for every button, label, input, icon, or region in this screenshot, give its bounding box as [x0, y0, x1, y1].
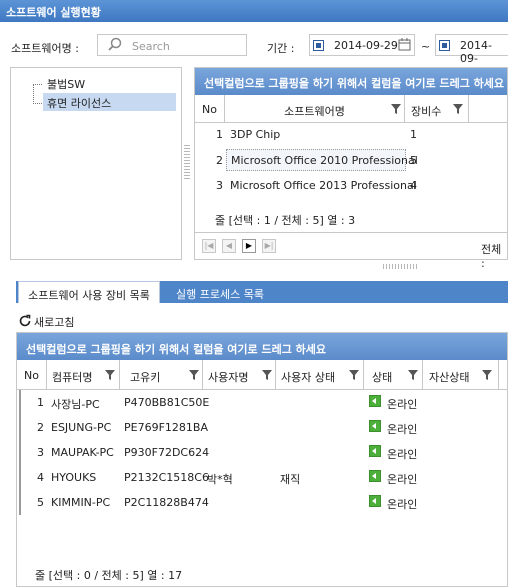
column-header-no[interactable]: No — [17, 360, 47, 390]
grid-pager: |◀ ◀ ▶ ▶| 전체 : — [194, 232, 508, 270]
cell-computer-name: KIMMIN-PC — [51, 496, 111, 509]
cell-device-count: 5 — [410, 154, 417, 167]
tree-item-illegal-sw[interactable]: 불법SW — [43, 74, 89, 92]
cell-unique-key: P470BB81C50E — [124, 396, 210, 409]
table-row[interactable]: 3 Microsoft Office 2013 Professional 4 — [195, 173, 507, 198]
column-header-software-name[interactable]: 소프트웨어명 — [225, 95, 405, 123]
cell-computer-name: 사장님-PC — [51, 398, 100, 411]
filter-icon[interactable] — [453, 104, 463, 114]
filter-icon[interactable] — [349, 370, 359, 380]
grid-header: No 컴퓨터명 고유키 사용자명 사용자 상태 상태 자산상태 — [17, 360, 507, 390]
grid-status-footer: 줄 [선택 : 0 / 전체 : 5] 열 : 17 — [35, 569, 183, 582]
cell-software-name: Microsoft Office 2010 Professional — [226, 149, 418, 171]
first-page-button[interactable]: |◀ — [202, 239, 216, 253]
table-row[interactable]: 2 Microsoft Office 2010 Professional 5 — [195, 148, 507, 173]
cell-unique-key: P2C11828B474 — [124, 496, 209, 509]
table-row[interactable]: 4 HYOUKS P2132C1518C6 박*혁 재직 온라인 — [17, 465, 507, 490]
cell-user-status: 재직 — [280, 473, 301, 486]
refresh-icon — [19, 314, 31, 327]
cell-unique-key: PE769F1281BA — [124, 421, 208, 434]
online-icon — [369, 420, 381, 432]
cell-computer-name: MAUPAK-PC — [51, 446, 114, 459]
table-row[interactable]: 5 KIMMIN-PC P2C11828B474 온라인 — [17, 490, 507, 515]
online-icon — [369, 470, 381, 482]
software-name-label: 소프트웨어명 : — [11, 42, 79, 55]
tree-item-dormant-license[interactable]: 휴면 라이선스 — [43, 93, 176, 111]
cell-device-count: 1 — [410, 128, 417, 141]
search-icon — [108, 37, 122, 51]
online-icon — [369, 445, 381, 457]
filter-icon[interactable] — [391, 104, 401, 114]
grid-status-footer: 줄 [선택 : 1 / 전체 : 5] 열 : 3 — [215, 214, 356, 227]
table-row[interactable]: 2 ESJUNG-PC PE769F1281BA 온라인 — [17, 415, 507, 440]
online-icon — [369, 495, 381, 507]
cell-no: 3 — [216, 179, 223, 192]
pager-total-label: 전체 : — [481, 243, 502, 270]
cell-computer-name: HYOUKS — [51, 471, 97, 484]
group-by-hint[interactable]: 선택컬럼으로 그룹핑을 하기 위해서 컬럼을 여기로 드레그 하세요 — [17, 333, 507, 360]
filter-icon[interactable] — [408, 370, 418, 380]
cell-no: 4 — [37, 471, 44, 484]
column-header-no[interactable]: No — [195, 95, 225, 123]
horizontal-splitter[interactable] — [383, 264, 417, 269]
refresh-label: 새로고침 — [34, 316, 75, 329]
device-grid: 선택컬럼으로 그룹핑을 하기 위해서 컬럼을 여기로 드레그 하세요 No 컴퓨… — [16, 332, 508, 587]
table-row[interactable]: 1 3DP Chip 1 — [195, 122, 507, 148]
tab-software-devices[interactable]: 소프트웨어 사용 장비 목록 — [18, 281, 160, 303]
prev-page-button[interactable]: ◀ — [222, 239, 236, 253]
category-tree: 불법SW 휴면 라이선스 — [10, 67, 182, 260]
group-by-hint[interactable]: 선택컬럼으로 그룹핑을 하기 위해서 컬럼을 여기로 드레그 하세요 — [195, 68, 507, 95]
filter-icon[interactable] — [189, 370, 199, 380]
tab-running-processes[interactable]: 실행 프로세스 목록 — [176, 281, 264, 303]
cell-no: 2 — [216, 154, 223, 167]
cell-user-name: 박*혁 — [207, 473, 233, 486]
online-icon — [369, 395, 381, 407]
cell-unique-key: P2132C1518C6 — [124, 471, 209, 484]
period-label: 기간 : — [267, 42, 295, 55]
date-from-field[interactable]: 2014-09-29 — [309, 34, 415, 56]
date-from-checkbox[interactable] — [313, 40, 324, 51]
cell-unique-key: P930F72DC624 — [124, 446, 210, 459]
date-to-value: 2014-09- — [460, 39, 492, 65]
filter-icon[interactable] — [482, 370, 492, 380]
cell-no: 1 — [37, 396, 44, 409]
cell-no: 5 — [37, 496, 44, 509]
vertical-splitter[interactable] — [184, 145, 190, 179]
window-title: 소프트웨어 실행현황 — [0, 0, 508, 22]
cell-software-name: 3DP Chip — [230, 128, 281, 141]
cell-no: 3 — [37, 446, 44, 459]
date-from-value: 2014-09-29 — [334, 39, 398, 52]
filter-icon[interactable] — [105, 370, 115, 380]
last-page-button[interactable]: ▶| — [262, 239, 276, 253]
calendar-icon[interactable] — [398, 38, 411, 51]
tab-bar: 소프트웨어 사용 장비 목록 실행 프로세스 목록 — [16, 281, 508, 303]
cell-no: 2 — [37, 421, 44, 434]
table-row[interactable]: 3 MAUPAK-PC P930F72DC624 온라인 — [17, 440, 507, 465]
next-page-button[interactable]: ▶ — [242, 239, 256, 253]
date-to-checkbox[interactable] — [439, 40, 450, 51]
filter-icon[interactable] — [262, 370, 272, 380]
table-row[interactable]: 1 사장님-PC P470BB81C50E 온라인 — [17, 390, 507, 415]
cell-computer-name: ESJUNG-PC — [51, 421, 112, 434]
cell-device-count: 4 — [410, 179, 417, 192]
date-to-field[interactable]: 2014-09- — [435, 34, 508, 65]
cell-software-name: Microsoft Office 2013 Professional — [230, 179, 417, 192]
date-separator: ~ — [421, 40, 431, 53]
grid-header: No 소프트웨어명 장비수 — [195, 95, 507, 123]
software-search-input[interactable]: Search — [97, 34, 247, 56]
cell-no: 1 — [216, 128, 223, 141]
search-placeholder: Search — [132, 40, 170, 53]
